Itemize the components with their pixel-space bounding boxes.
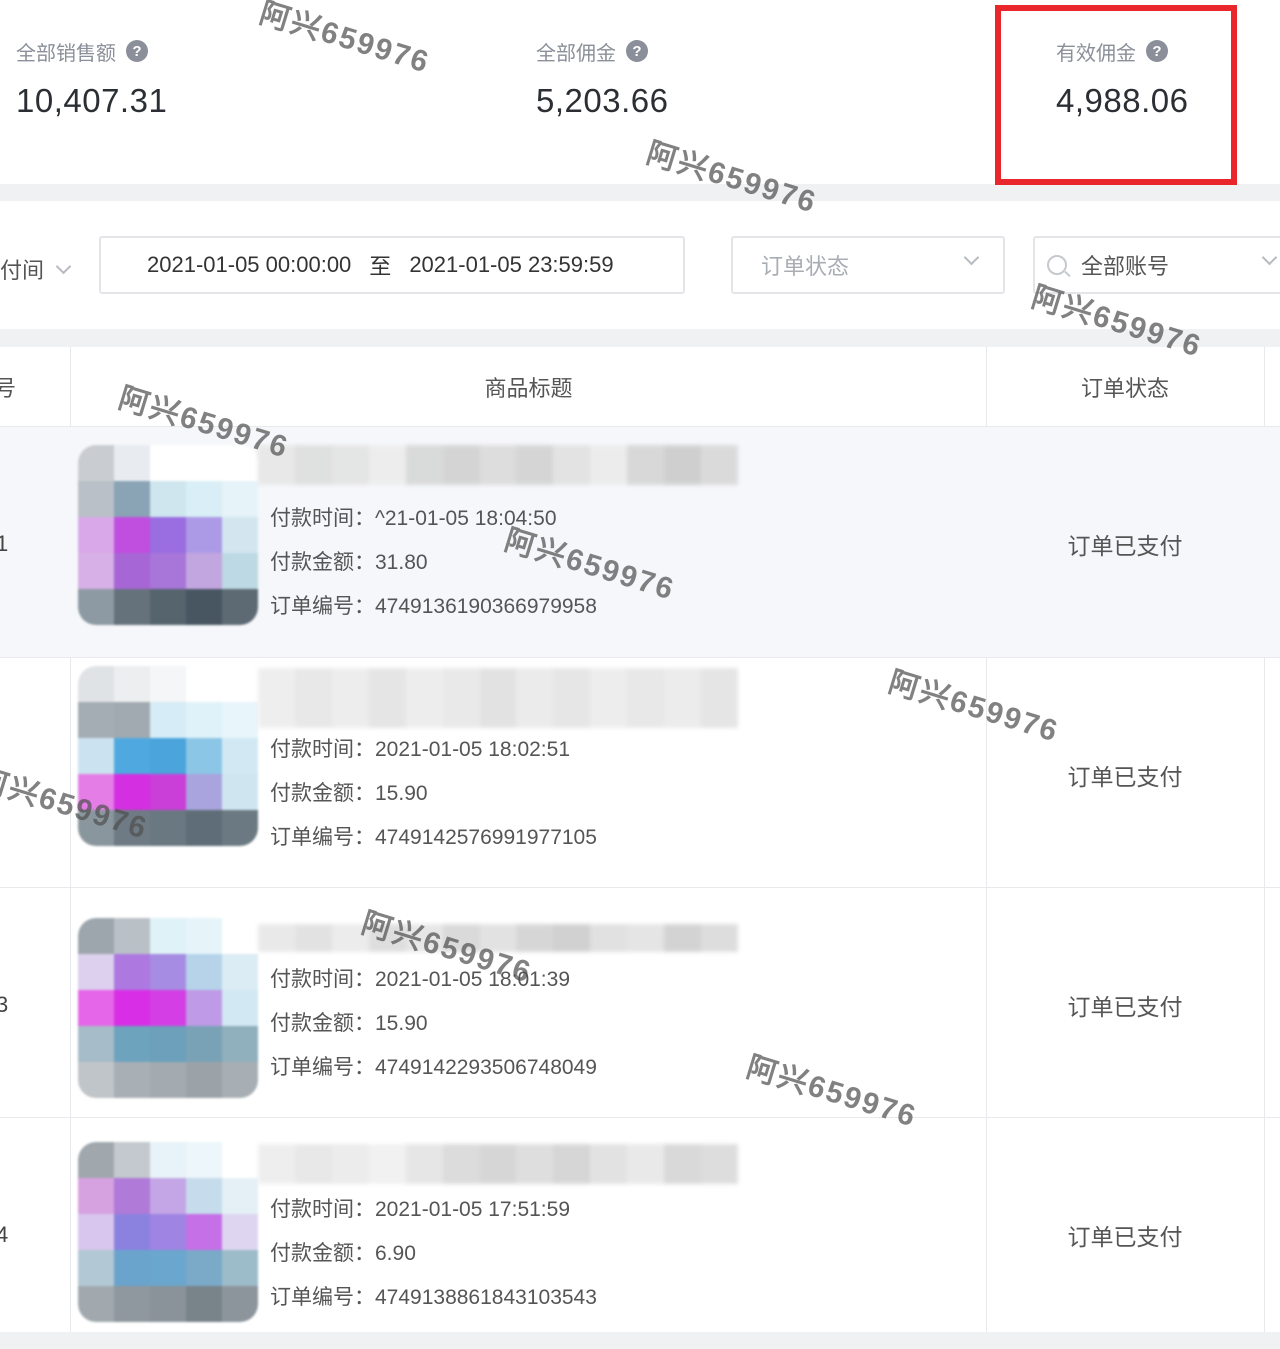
order-status: 订单已支付 [1067,533,1183,559]
order-info: 付款时间：2021-01-05 18:02:51 付款金额：15.90 订单编号… [270,728,597,860]
order-no-label: 订单编号： [270,1286,375,1309]
chevron-down-icon [55,258,72,274]
order-info: 付款时间：2021-01-05 18:01:39 付款金额：15.90 订单编号… [270,958,597,1090]
pay-amount-label: 付款金额： [270,1012,375,1035]
order-status-select[interactable]: 订单状态 [731,236,1005,294]
table-row[interactable]: 付款时间：2021-01-05 18:02:51 付款金额：15.90 订单编号… [0,658,1280,888]
date-range-picker[interactable]: 2021-01-05 00:00:00 至 2021-01-05 23:59:5… [99,236,685,294]
order-status: 订单已支付 [1067,1224,1183,1250]
order-no-value: 4749142293506748049 [375,1056,597,1079]
pay-amount-label: 付款金额： [270,551,375,574]
orders-table: 号 商品标题 订单状态 1 付款时间：^21-01-05 18:04:50 付款… [0,347,1280,1332]
pay-amount-label: 付款金额： [270,1242,375,1265]
product-title-blurred[interactable] [258,668,738,728]
stats-panel: 全部销售额 ? 10,407.31 全部佣金 ? 5,203.66 有效佣金 ?… [0,0,1280,185]
table-row[interactable]: 4 付款时间：2021-01-05 17:51:59 付款金额：6.90 订单编… [0,1118,1280,1332]
stat-label: 全部销售额 [16,42,116,65]
row-index: 4 [0,1222,9,1247]
order-no-value: 4749136190366979958 [375,595,597,618]
date-end[interactable]: 2021-01-05 23:59:59 [409,252,613,278]
pay-amount-value: 15.90 [375,782,428,805]
product-title-blurred[interactable] [258,445,738,485]
column-header-status: 订单状态 [1080,376,1169,401]
pay-amount-value: 15.90 [375,1012,428,1035]
product-title-blurred[interactable] [258,1144,738,1184]
pay-time-label: 付款时间： [270,507,375,530]
pay-time-label: 付款时间： [270,968,375,991]
order-no-label: 订单编号： [270,1056,375,1079]
date-separator: 至 [369,254,392,279]
order-status: 订单已支付 [1067,994,1183,1020]
order-info: 付款时间：2021-01-05 17:51:59 付款金额：6.90 订单编号：… [270,1188,597,1320]
chevron-down-icon [963,249,980,266]
search-icon [1047,255,1067,275]
pay-time-label: 付款时间： [270,738,375,761]
product-thumbnail[interactable] [78,445,258,625]
stat-value: 5,203.66 [536,82,669,119]
bottom-bar [0,1332,1280,1349]
time-type-select[interactable]: 付间 [0,249,72,289]
pay-time-value: 2021-01-05 18:02:51 [375,738,570,761]
help-icon[interactable]: ? [626,40,648,62]
product-thumbnail[interactable] [78,918,258,1098]
highlight-box [995,5,1237,185]
order-status: 订单已支付 [1067,764,1183,790]
order-no-value: 4749142576991977105 [375,826,597,849]
pay-amount-label: 付款金额： [270,782,375,805]
order-no-value: 4749138861843103543 [375,1286,597,1309]
product-thumbnail[interactable] [78,1142,258,1322]
order-status-placeholder: 订单状态 [761,254,850,279]
pay-time-label: 付款时间： [270,1198,375,1221]
column-header-index: 号 [0,376,16,401]
row-index: 1 [0,531,9,556]
order-no-label: 订单编号： [270,826,375,849]
chevron-down-icon [1261,249,1278,266]
stat-total-sales: 全部销售额 ? 10,407.31 [16,36,167,120]
stat-value: 10,407.31 [16,82,168,119]
stat-total-commission: 全部佣金 ? 5,203.66 [536,36,668,120]
stat-label: 全部佣金 [536,42,616,65]
account-value: 全部账号 [1081,254,1170,279]
time-type-label: 付间 [0,258,45,283]
pay-amount-value: 6.90 [375,1242,416,1265]
row-index: 3 [0,992,9,1017]
date-start[interactable]: 2021-01-05 00:00:00 [147,252,351,278]
pay-time-value: 2021-01-05 17:51:59 [375,1198,570,1221]
pay-amount-value: 31.80 [375,551,428,574]
table-row[interactable]: 3 付款时间：2021-01-05 18:01:39 付款金额：15.90 订单… [0,888,1280,1118]
order-no-label: 订单编号： [270,595,375,618]
table-row[interactable]: 1 付款时间：^21-01-05 18:04:50 付款金额：31.80 订单编… [0,427,1280,658]
help-icon[interactable]: ? [126,40,148,62]
